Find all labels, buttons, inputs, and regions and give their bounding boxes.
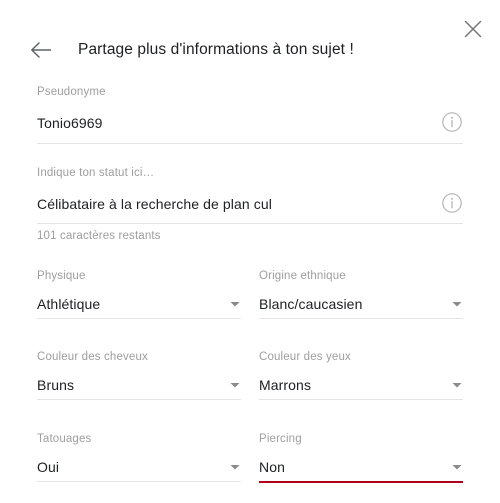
info-circle-icon[interactable] [441, 111, 463, 133]
page-title: Partage plus d'informations à ton sujet … [78, 41, 354, 58]
origine-select[interactable] [259, 288, 463, 316]
tatouages-field-label: Tatouages [37, 433, 92, 445]
tatouages-field-underline [37, 481, 241, 482]
cheveux-field-underline [37, 399, 241, 400]
title-bar: Partage plus d'informations à ton sujet … [0, 34, 500, 66]
tatouages-select[interactable] [37, 451, 241, 479]
nickname-field-underline [37, 143, 463, 144]
origine-field-underline [259, 318, 463, 319]
yeux-select[interactable] [259, 369, 463, 397]
origine-field-label: Origine ethnique [259, 270, 346, 282]
status-character-counter: 101 caractères restants [37, 230, 161, 242]
status-field-label: Indique ton statut ici… [37, 167, 155, 179]
piercing-field-label: Piercing [259, 433, 302, 445]
nickname-input[interactable] [37, 105, 432, 135]
physique-select[interactable] [37, 288, 241, 316]
yeux-field-underline [259, 399, 463, 400]
physique-field-label: Physique [37, 270, 86, 282]
back-arrow-icon[interactable] [30, 34, 68, 66]
nickname-field-label: Pseudonyme [37, 86, 106, 98]
yeux-field-label: Couleur des yeux [259, 351, 351, 363]
status-field-underline [37, 223, 463, 224]
profile-info-form-screen: Partage plus d'informations à ton sujet … [0, 0, 500, 503]
physique-field-underline [37, 318, 241, 319]
piercing-select[interactable] [259, 451, 463, 479]
cheveux-field-label: Couleur des cheveux [37, 351, 148, 363]
status-input[interactable] [37, 186, 432, 216]
piercing-field-underline-error [259, 481, 463, 483]
info-circle-icon[interactable] [441, 192, 463, 214]
cheveux-select[interactable] [37, 369, 241, 397]
